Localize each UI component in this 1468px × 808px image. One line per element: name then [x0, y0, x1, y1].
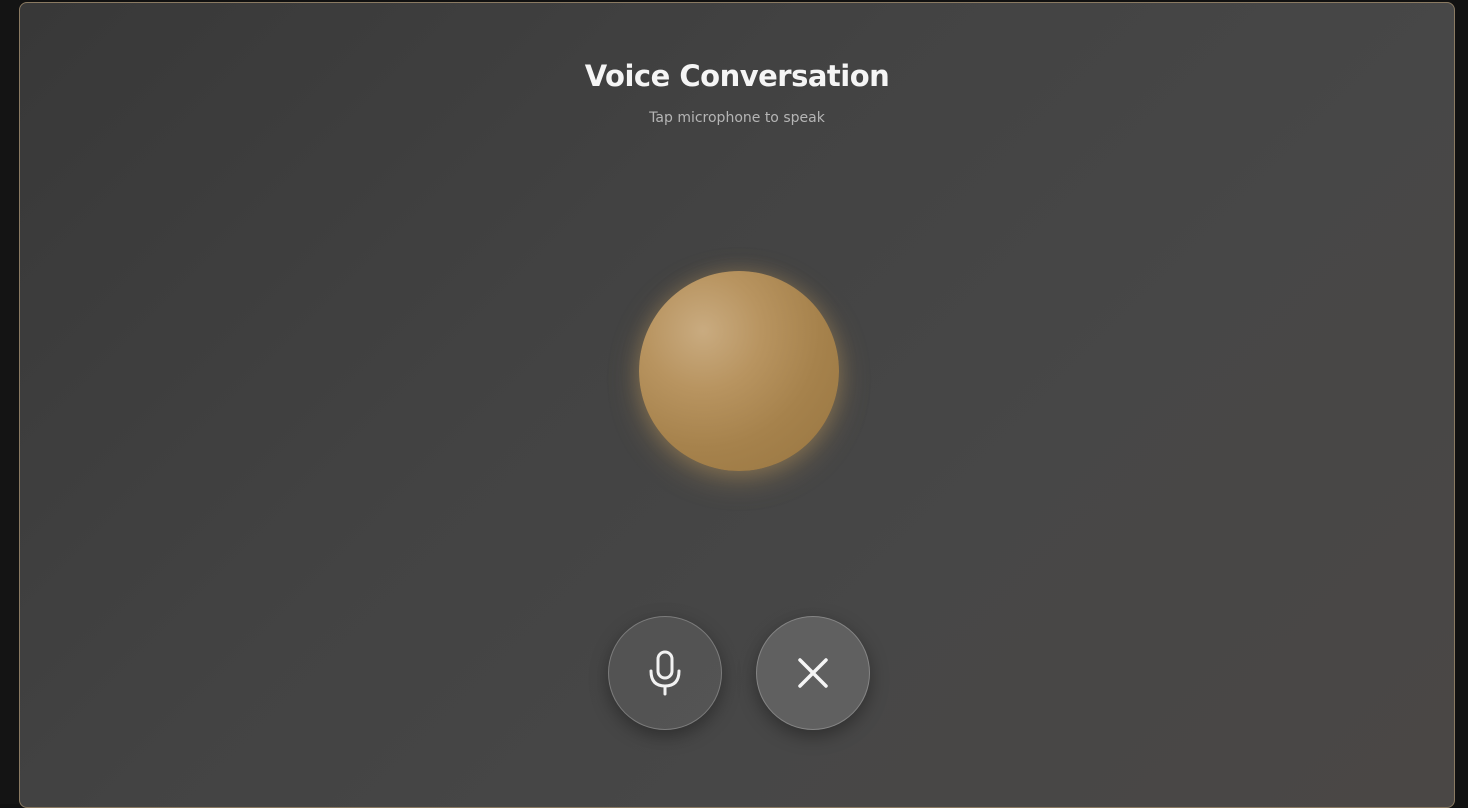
- voice-activity-orb: [639, 271, 839, 471]
- background-app-edge: [0, 0, 20, 804]
- close-icon: [796, 656, 830, 690]
- end-conversation-button[interactable]: [756, 616, 870, 730]
- dialog-subtitle: Tap microphone to speak: [649, 110, 825, 126]
- dialog-title: Voice Conversation: [584, 59, 890, 93]
- microphone-icon: [645, 649, 685, 697]
- microphone-button[interactable]: [608, 616, 722, 730]
- voice-conversation-dialog: Voice Conversation Tap microphone to spe…: [19, 2, 1455, 808]
